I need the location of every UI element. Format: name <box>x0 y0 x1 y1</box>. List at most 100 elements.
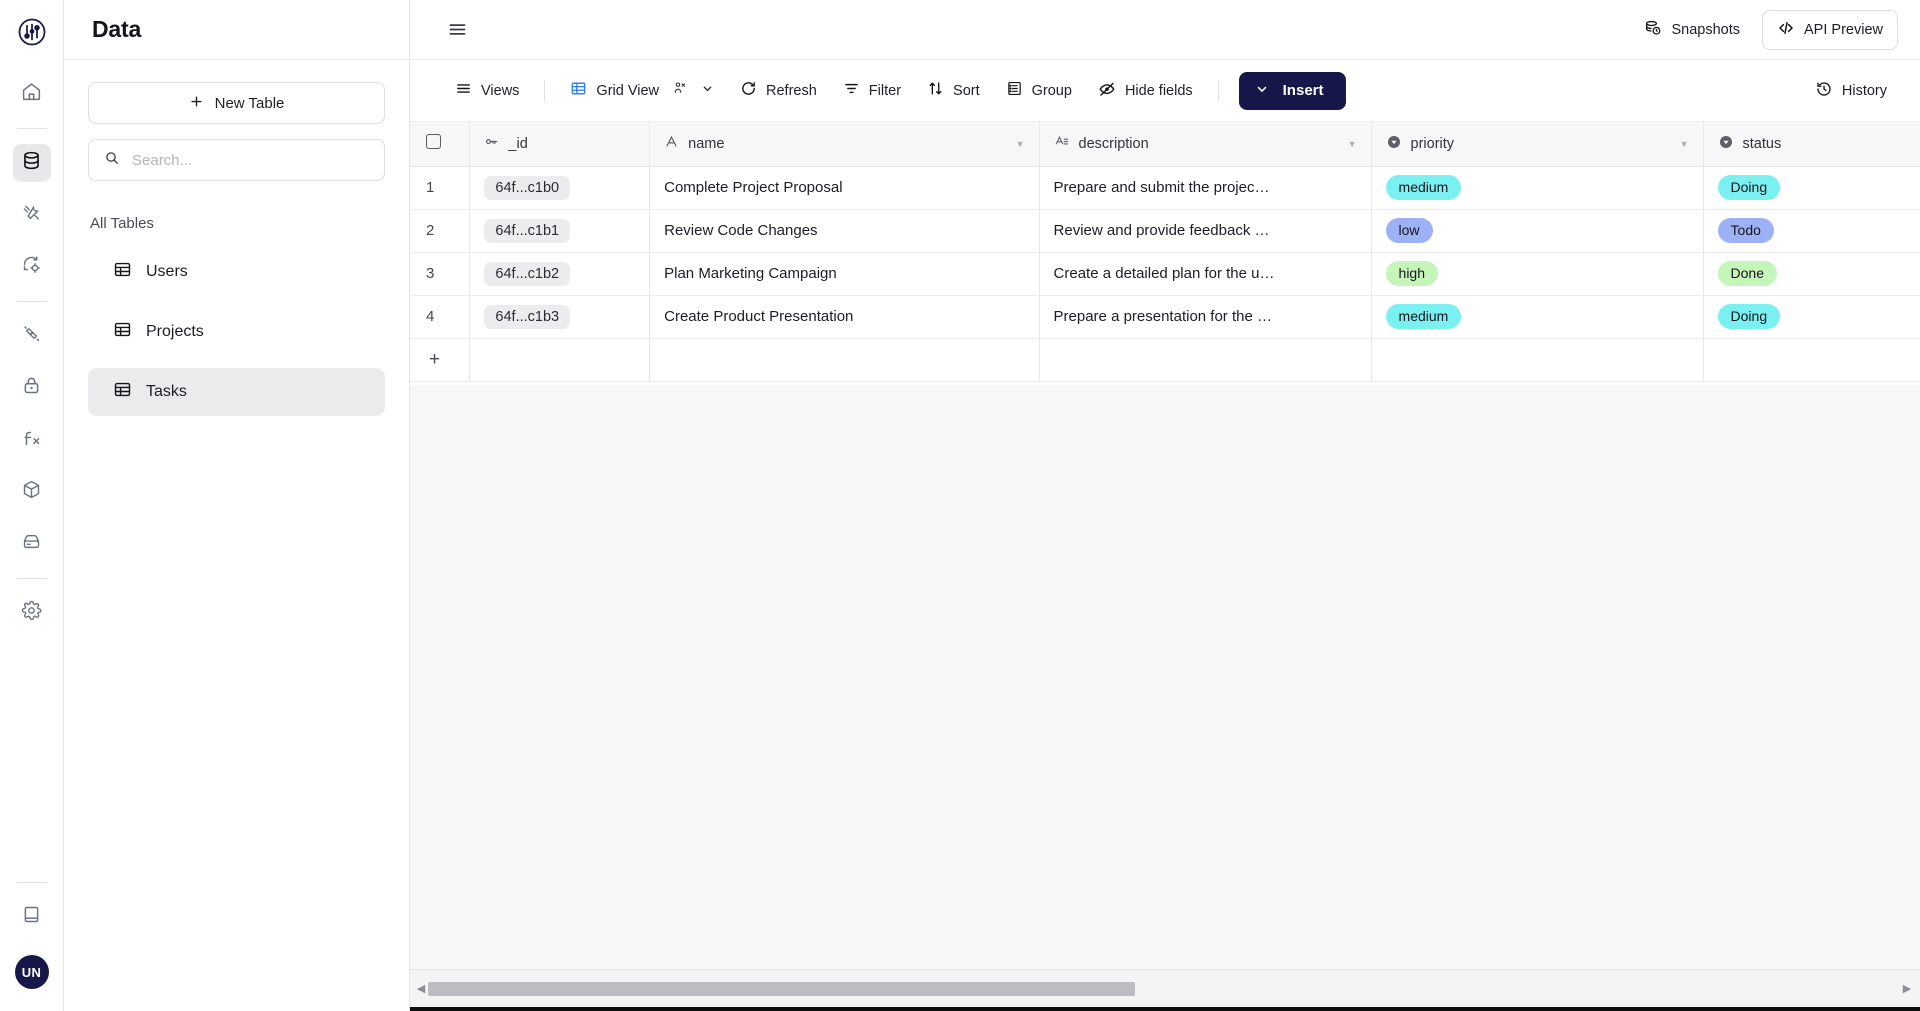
cell-name[interactable]: Create Product Presentation <box>650 295 1039 338</box>
cell-priority[interactable]: high <box>1371 252 1703 295</box>
sort-button[interactable]: Sort <box>916 73 991 108</box>
status-badge: Done <box>1718 261 1777 287</box>
column-header-priority[interactable]: priority ▼ <box>1371 122 1703 166</box>
snapshots-button[interactable]: Snapshots <box>1638 12 1746 48</box>
sidebar-item-projects[interactable]: Projects <box>88 308 385 356</box>
filter-icon <box>843 80 860 101</box>
views-icon <box>455 80 472 101</box>
rail-item-settings[interactable] <box>13 594 51 632</box>
cell-priority[interactable]: medium <box>1371 166 1703 209</box>
sidebar-item-users[interactable]: Users <box>88 248 385 296</box>
add-row-filler <box>1703 338 1920 381</box>
icon-rail: UN <box>0 0 64 1011</box>
column-header-name[interactable]: name ▼ <box>650 122 1039 166</box>
scroll-right-arrow[interactable]: ▶ <box>1900 982 1914 995</box>
table-row[interactable]: 3 64f...c1b2 Plan Marketing Campaign Cre… <box>410 252 1920 295</box>
cell-name[interactable]: Complete Project Proposal <box>650 166 1039 209</box>
hamburger-icon[interactable] <box>444 17 470 43</box>
cell-name[interactable]: Review Code Changes <box>650 209 1039 252</box>
cell-description[interactable]: Review and provide feedback … <box>1039 209 1371 252</box>
grid-view-icon <box>570 80 587 101</box>
key-icon <box>484 134 499 153</box>
cell-status[interactable]: Doing <box>1703 295 1920 338</box>
new-table-button[interactable]: New Table <box>88 82 385 124</box>
cell-description[interactable]: Prepare and submit the projec… <box>1039 166 1371 209</box>
grid-empty-area <box>410 385 1920 969</box>
grid-table: _id name ▼ <box>410 122 1920 382</box>
cell-status[interactable]: Todo <box>1703 209 1920 252</box>
chevron-down-icon[interactable]: ▼ <box>1348 139 1357 149</box>
filter-label: Filter <box>869 83 901 99</box>
cell-description[interactable]: Prepare a presentation for the … <box>1039 295 1371 338</box>
horizontal-scrollbar-thumb[interactable] <box>428 982 1135 996</box>
cell-priority[interactable]: medium <box>1371 295 1703 338</box>
column-label: description <box>1079 136 1149 152</box>
rail-item-home[interactable] <box>13 75 51 113</box>
row-number-cell: 4 <box>410 295 470 338</box>
grid-view-selector[interactable]: Grid View <box>559 73 725 108</box>
api-preview-button[interactable]: API Preview <box>1762 10 1898 50</box>
filter-button[interactable]: Filter <box>832 73 912 108</box>
insert-button[interactable]: Insert <box>1239 72 1346 110</box>
column-label: priority <box>1411 136 1455 152</box>
id-chip: 64f...c1b0 <box>484 176 570 200</box>
cell-description[interactable]: Create a detailed plan for the u… <box>1039 252 1371 295</box>
add-row-cell[interactable]: + <box>410 338 470 381</box>
chevron-down-icon[interactable]: ▼ <box>1680 139 1689 149</box>
grid-header: _id name ▼ <box>410 122 1920 166</box>
column-header-status[interactable]: status ▼ <box>1703 122 1920 166</box>
add-row-filler <box>470 338 650 381</box>
group-icon <box>1006 80 1023 101</box>
sidebar-item-label: Projects <box>146 323 204 341</box>
panel-header: Data <box>64 0 409 60</box>
refresh-button[interactable]: Refresh <box>729 73 828 108</box>
rail-item-automations[interactable] <box>13 248 51 286</box>
rail-item-packages[interactable] <box>13 473 51 511</box>
select-all-checkbox[interactable] <box>426 134 441 149</box>
cell-id[interactable]: 64f...c1b2 <box>470 252 650 295</box>
chevron-down-icon[interactable]: ▼ <box>1016 139 1025 149</box>
rail-item-docs[interactable] <box>13 898 51 936</box>
priority-badge: medium <box>1386 304 1462 330</box>
toolbar-divider-2 <box>1218 80 1219 102</box>
views-button[interactable]: Views <box>444 73 530 108</box>
rail-item-permissions[interactable] <box>13 369 51 407</box>
rail-item-functions[interactable] <box>13 421 51 459</box>
book-icon <box>21 904 42 930</box>
priority-badge: high <box>1386 261 1438 287</box>
cell-status[interactable]: Done <box>1703 252 1920 295</box>
database-icon <box>21 150 42 176</box>
plus-icon[interactable]: + <box>426 349 440 370</box>
longtext-icon <box>1054 134 1070 153</box>
add-row[interactable]: + <box>410 338 1920 381</box>
table-row[interactable]: 2 64f...c1b1 Review Code Changes Review … <box>410 209 1920 252</box>
table-row[interactable]: 1 64f...c1b0 Complete Project Proposal P… <box>410 166 1920 209</box>
column-header-description[interactable]: description ▼ <box>1039 122 1371 166</box>
horizontal-scrollbar-track[interactable] <box>428 982 1900 996</box>
rail-item-data[interactable] <box>13 144 51 182</box>
nocodb-logo-icon[interactable] <box>10 10 54 54</box>
home-icon <box>21 81 42 107</box>
scroll-left-arrow[interactable]: ◀ <box>414 982 428 995</box>
group-button[interactable]: Group <box>995 73 1083 108</box>
header-row: _id name ▼ <box>410 122 1920 166</box>
sidebar-item-tasks[interactable]: Tasks <box>88 368 385 416</box>
column-header-id[interactable]: _id <box>470 122 650 166</box>
cell-name[interactable]: Plan Marketing Campaign <box>650 252 1039 295</box>
avatar[interactable]: UN <box>15 955 49 989</box>
cell-priority[interactable]: low <box>1371 209 1703 252</box>
search-box[interactable] <box>88 139 385 181</box>
rail-item-tools[interactable] <box>13 196 51 234</box>
table-row[interactable]: 4 64f...c1b3 Create Product Presentation… <box>410 295 1920 338</box>
cell-id[interactable]: 64f...c1b3 <box>470 295 650 338</box>
search-input[interactable] <box>132 152 369 169</box>
cell-status[interactable]: Doing <box>1703 166 1920 209</box>
cell-id[interactable]: 64f...c1b1 <box>470 209 650 252</box>
history-button[interactable]: History <box>1804 73 1898 109</box>
hide-fields-button[interactable]: Hide fields <box>1087 73 1204 109</box>
row-number: 1 <box>426 179 434 196</box>
cell-id[interactable]: 64f...c1b0 <box>470 166 650 209</box>
rail-item-storage[interactable] <box>13 525 51 563</box>
rail-item-connections[interactable] <box>13 317 51 355</box>
chevron-down-icon <box>1255 82 1269 100</box>
